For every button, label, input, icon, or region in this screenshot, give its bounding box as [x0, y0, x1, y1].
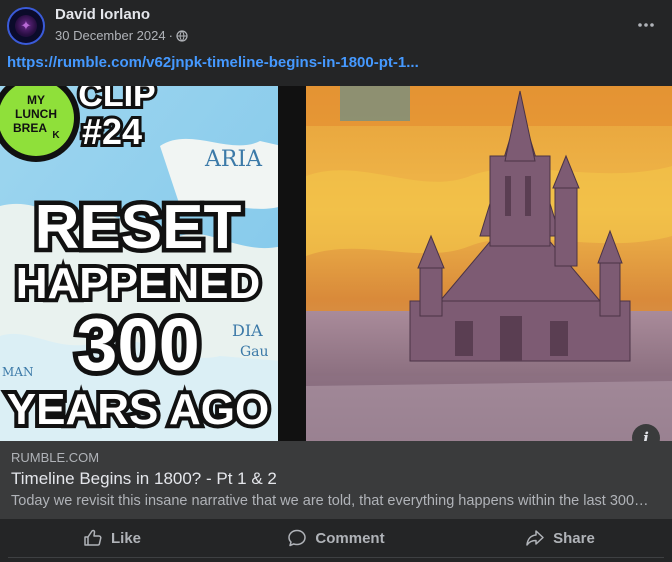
clip-label: CLIP — [78, 86, 155, 114]
comment-button[interactable]: Comment — [224, 519, 448, 557]
preview-description: Today we revisit this insane narrative t… — [11, 493, 651, 509]
badge-text: MY — [27, 93, 45, 107]
comment-label: Comment — [315, 529, 385, 547]
badge-text-2: LUNCH — [15, 107, 57, 121]
post-meta: 30 December 2024 · — [55, 28, 188, 43]
divider — [8, 557, 664, 558]
map-label-4: MAN — [2, 365, 33, 379]
meta-separator: · — [168, 28, 173, 43]
clip-number: #24 — [82, 111, 142, 152]
preview-title[interactable]: Timeline Begins in 1800? - Pt 1 & 2 — [11, 469, 277, 489]
map-label: ARIA — [204, 147, 263, 172]
headline-number: 300 — [76, 303, 199, 386]
headline-reset: RESET — [35, 193, 242, 262]
thumbnail-image: ARIA DIA Gau MAN MY LUNCH BREA K CLIP #2… — [0, 86, 672, 441]
more-options-icon — [638, 23, 654, 27]
author-name[interactable]: David Iorlano — [55, 6, 150, 23]
link-thumbnail[interactable]: ARIA DIA Gau MAN MY LUNCH BREA K CLIP #2… — [0, 86, 672, 441]
preview-domain: RUMBLE.COM — [11, 450, 100, 465]
post-date[interactable]: 30 December 2024 — [55, 28, 166, 43]
map-label-3: Gau — [240, 344, 269, 360]
globe-icon[interactable] — [176, 29, 188, 42]
post-header: ✦ David Iorlano 30 December 2024 · — [0, 0, 672, 50]
badge-text-3: BREA — [13, 121, 47, 135]
thumbs-up-icon — [84, 529, 102, 546]
avatar-emblem-icon: ✦ — [20, 18, 32, 33]
headline-happened: HAPPENED — [16, 259, 261, 308]
like-label: Like — [110, 529, 141, 547]
post-link[interactable]: https://rumble.com/v62jnpk-timeline-begi… — [7, 54, 419, 71]
share-button[interactable]: Share — [448, 519, 672, 557]
link-preview[interactable]: RUMBLE.COM Timeline Begins in 1800? - Pt… — [0, 441, 672, 519]
avatar[interactable]: ✦ — [7, 7, 45, 45]
more-options-button[interactable] — [634, 13, 658, 37]
comment-icon — [288, 529, 307, 547]
like-button[interactable]: Like — [0, 519, 224, 557]
map-label-2: DIA — [232, 321, 263, 340]
share-label: Share — [553, 529, 595, 547]
share-icon — [526, 530, 544, 546]
headline-years: YEARS AGO — [7, 385, 269, 434]
badge-text-4: K — [52, 130, 60, 141]
post-actions: Like Comment Share — [0, 519, 672, 557]
